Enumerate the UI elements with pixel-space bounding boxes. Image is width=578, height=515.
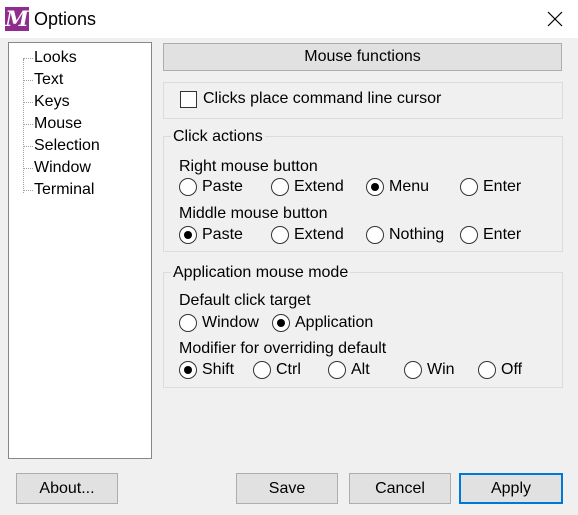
middle-nothing-radio[interactable]	[366, 226, 384, 244]
modifier-alt-radio[interactable]	[328, 361, 346, 379]
tree-item-label: Text	[34, 71, 64, 88]
modifier-off-radio[interactable]	[478, 361, 496, 379]
right-paste-label: Paste	[202, 178, 243, 195]
tree-item-label: Looks	[34, 49, 77, 66]
clicks-place-cursor-label: Clicks place command line cursor	[203, 90, 442, 107]
right-mouse-button-label: Right mouse button	[179, 158, 318, 175]
middle-enter-label: Enter	[483, 226, 522, 243]
category-tree[interactable]: Looks Text Keys Mouse Selection Window T…	[8, 42, 152, 459]
apply-button[interactable]: Apply	[459, 473, 563, 504]
tree-item-looks[interactable]: Looks	[9, 47, 149, 69]
middle-paste-radio[interactable]	[179, 226, 197, 244]
app-mouse-mode-group: Application mouse mode Default click tar…	[163, 263, 563, 388]
tree-item-label: Keys	[34, 93, 70, 110]
tree-item-label: Selection	[34, 137, 100, 154]
modifier-off-label: Off	[501, 361, 523, 378]
modifier-win-radio[interactable]	[404, 361, 422, 379]
middle-extend-label: Extend	[294, 226, 344, 243]
middle-paste-label: Paste	[202, 226, 243, 243]
modifier-label: Modifier for overriding default	[179, 340, 387, 357]
cancel-button[interactable]: Cancel	[349, 473, 451, 504]
right-enter-radio[interactable]	[460, 178, 478, 196]
target-application-label: Application	[295, 314, 374, 331]
click-actions-group: Click actions Right mouse button Paste E…	[163, 127, 563, 252]
target-window-label: Window	[202, 314, 259, 331]
app-icon: M	[5, 6, 29, 31]
modifier-shift-label: Shift	[202, 361, 235, 378]
tree-item-label: Window	[34, 159, 91, 176]
modifier-win-label: Win	[427, 361, 455, 378]
tree-item-mouse[interactable]: Mouse	[9, 113, 149, 135]
tree-item-selection[interactable]: Selection	[9, 135, 149, 157]
default-click-target-label: Default click target	[179, 292, 311, 309]
window-title: Options	[34, 9, 97, 29]
target-window-radio[interactable]	[179, 314, 197, 332]
modifier-shift-radio[interactable]	[179, 361, 197, 379]
tree-item-keys[interactable]: Keys	[9, 91, 149, 113]
middle-mouse-button-label: Middle mouse button	[179, 205, 328, 222]
right-menu-radio[interactable]	[366, 178, 384, 196]
tree-item-text[interactable]: Text	[9, 69, 149, 91]
close-button[interactable]	[532, 0, 578, 38]
target-application-radio[interactable]	[272, 314, 290, 332]
save-button[interactable]: Save	[236, 473, 338, 504]
modifier-alt-label: Alt	[351, 361, 370, 378]
cursor-option-box: Clicks place command line cursor	[163, 82, 563, 119]
middle-extend-radio[interactable]	[271, 226, 289, 244]
about-button[interactable]: About...	[16, 473, 118, 504]
app-mouse-mode-title: Application mouse mode	[171, 263, 351, 283]
right-enter-label: Enter	[483, 178, 522, 195]
close-icon	[547, 11, 563, 27]
middle-nothing-label: Nothing	[389, 226, 445, 243]
right-extend-label: Extend	[294, 178, 344, 195]
right-menu-label: Menu	[389, 178, 430, 195]
middle-enter-radio[interactable]	[460, 226, 478, 244]
tree-item-window[interactable]: Window	[9, 157, 149, 179]
modifier-ctrl-label: Ctrl	[276, 361, 301, 378]
right-extend-radio[interactable]	[271, 178, 289, 196]
title-bar: M Options	[0, 0, 578, 38]
tree-item-label: Mouse	[34, 115, 83, 132]
tree-item-label: Terminal	[34, 181, 95, 198]
section-title: Mouse functions	[163, 43, 562, 71]
clicks-place-cursor-checkbox[interactable]	[180, 91, 197, 108]
tree-item-terminal[interactable]: Terminal	[9, 179, 149, 201]
modifier-ctrl-radio[interactable]	[253, 361, 271, 379]
click-actions-title: Click actions	[171, 127, 265, 147]
right-paste-radio[interactable]	[179, 178, 197, 196]
